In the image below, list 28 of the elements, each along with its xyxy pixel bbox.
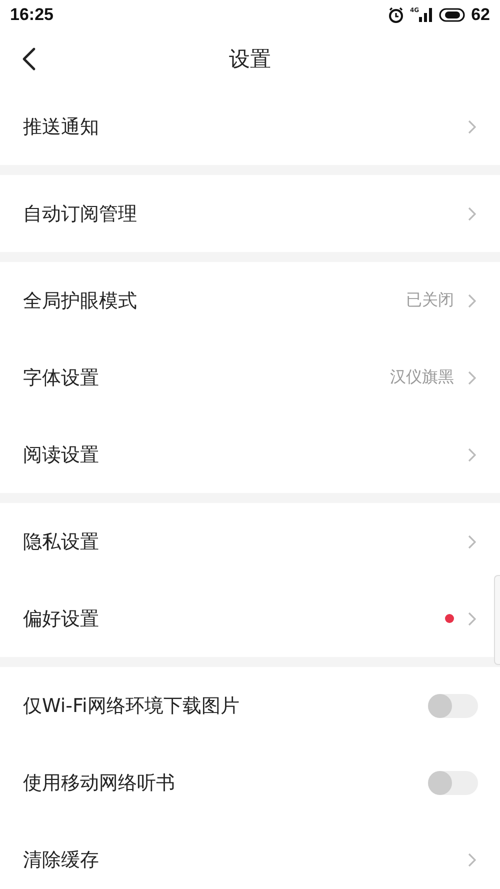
chevron-icon <box>468 294 476 308</box>
chevron-icon <box>468 612 476 626</box>
toggle-switch[interactable] <box>428 694 478 718</box>
settings-row[interactable]: 偏好设置 <box>0 580 494 657</box>
chevron-icon <box>468 370 476 384</box>
settings-row[interactable]: 全局护眼模式 已关闭 <box>0 262 494 339</box>
chevron-icon <box>468 852 476 866</box>
signal-icon <box>419 8 434 22</box>
battery-icon <box>439 8 466 22</box>
settings-row[interactable]: 清除缓存 <box>0 821 494 889</box>
setting-value: 汉仪旗黑 <box>390 367 454 388</box>
alarm-icon <box>388 7 404 23</box>
settings-row[interactable]: 阅读设置 <box>0 416 494 493</box>
settings-row[interactable]: 自动订阅管理 <box>0 175 494 252</box>
status-time: 16:25 <box>10 5 54 25</box>
battery-level: 62 <box>471 5 490 25</box>
settings-row[interactable]: 仅Wi-Fi网络环境下载图片 <box>0 667 494 744</box>
chevron-icon <box>468 534 476 548</box>
settings-row[interactable]: 推送通知 <box>0 88 494 165</box>
toggle-switch[interactable] <box>428 770 478 794</box>
chevron-icon <box>468 448 476 462</box>
settings-row[interactable]: 字体设置 汉仪旗黑 <box>0 339 494 416</box>
chevron-icon <box>468 206 476 220</box>
page-title: 设置 <box>229 46 271 73</box>
settings-row[interactable]: 使用移动网络听书 <box>0 744 494 821</box>
setting-value: 已关闭 <box>406 290 454 311</box>
chevron-icon <box>468 120 476 134</box>
settings-row[interactable]: 隐私设置 <box>0 503 494 580</box>
